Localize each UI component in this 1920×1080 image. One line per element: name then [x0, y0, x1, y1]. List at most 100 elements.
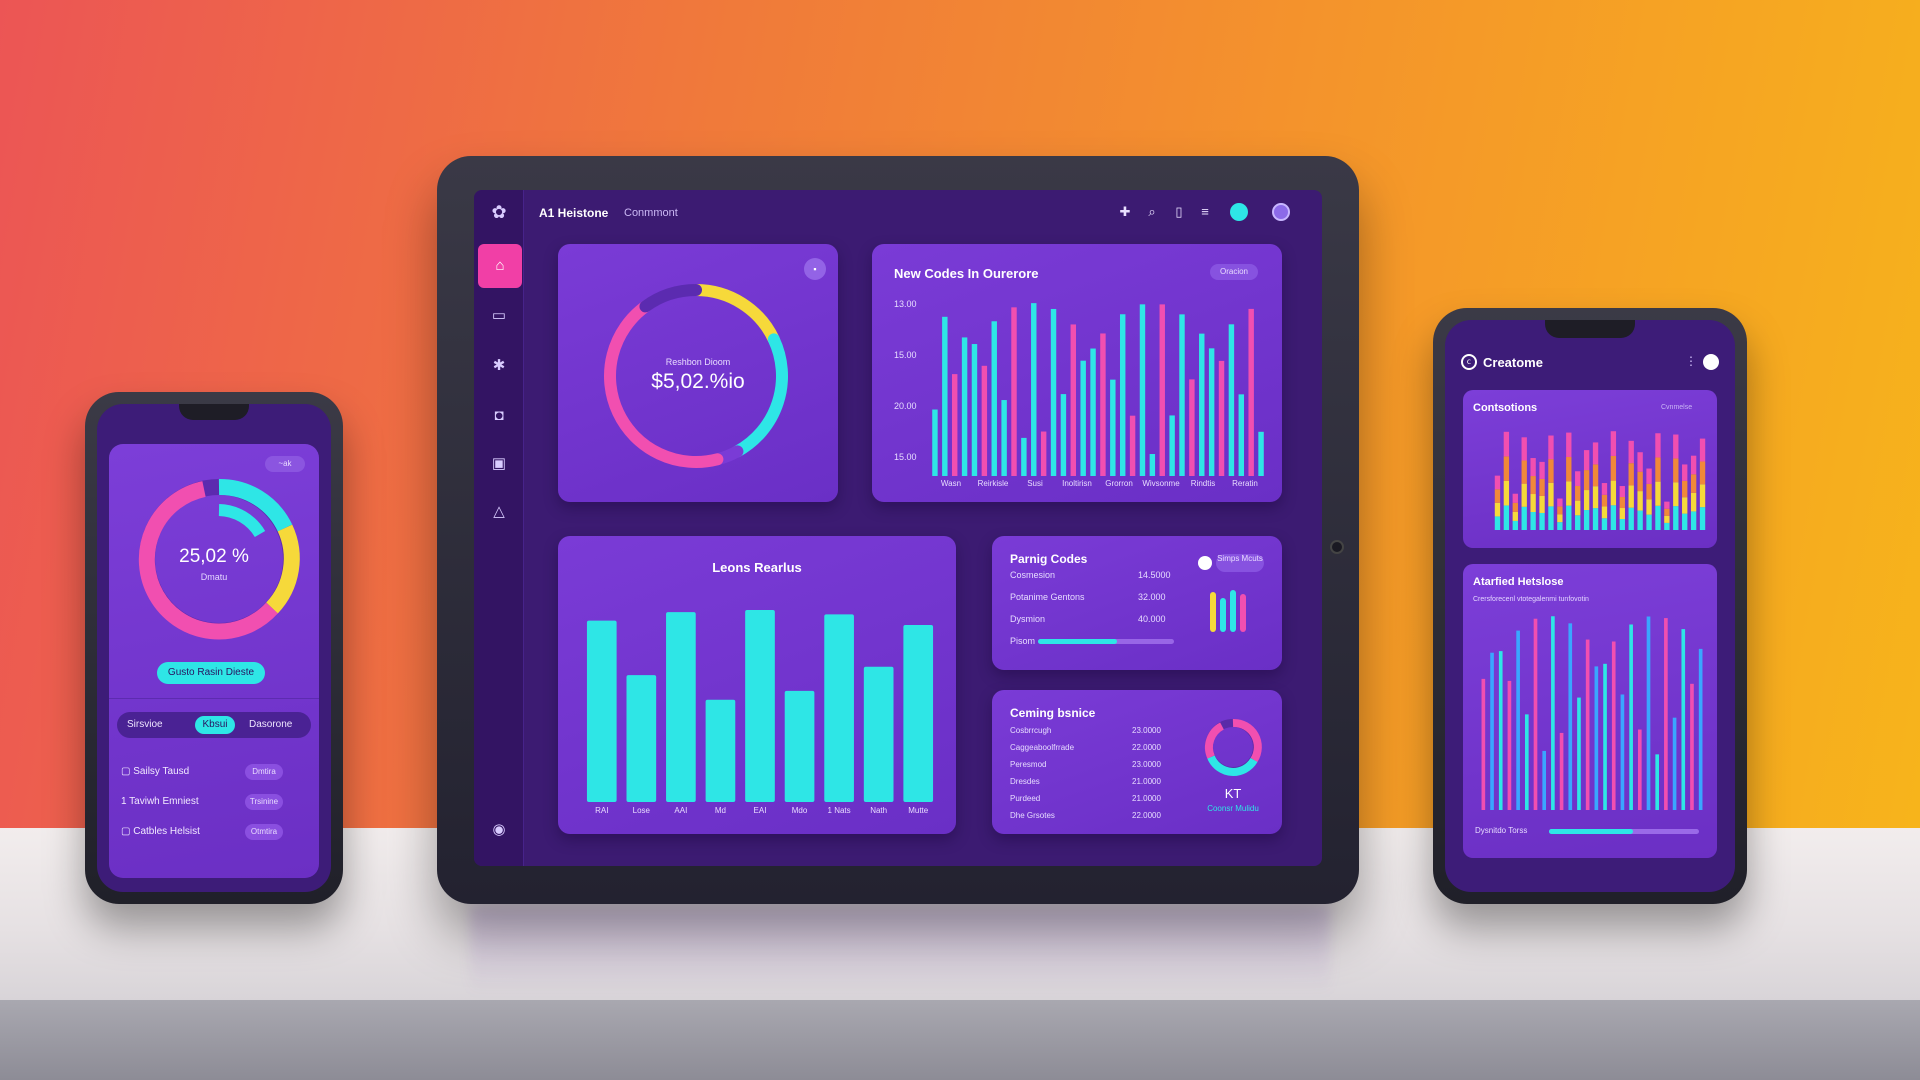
stacked-bar-segment [1673, 506, 1679, 530]
stacked-bar-segment [1646, 514, 1652, 530]
avatar[interactable] [1272, 203, 1290, 221]
stacked-bar-segment [1583, 490, 1590, 511]
chart-bar [1149, 454, 1156, 476]
toggle-label[interactable]: Simps Mcuts [1216, 554, 1264, 572]
stacked-bar-segment [1539, 495, 1545, 513]
stacked-bar-segment [1548, 506, 1554, 530]
row-label: Dresdes [1010, 777, 1040, 786]
document-icon[interactable]: ▯ [1171, 204, 1187, 220]
stacked-bar-segment [1494, 475, 1501, 490]
avatar[interactable] [1703, 354, 1719, 370]
stacked-bar-segment [1521, 506, 1527, 530]
chart-bar [1021, 437, 1027, 476]
phone-chip[interactable]: ~ak [265, 456, 305, 472]
row-value: 40.000 [1138, 614, 1166, 624]
stacked-bar-segment [1583, 450, 1590, 471]
logo-flower-icon[interactable]: ✿ [485, 198, 513, 226]
donut-segment-yellow [266, 524, 300, 614]
gear-icon[interactable]: ✱ [485, 352, 513, 380]
phone-cta-button[interactable]: Gusto Rasin Dieste [157, 662, 265, 684]
chart-bar [586, 620, 617, 802]
toggle-knob[interactable] [1198, 556, 1212, 570]
row-label: Potanime Gentons [1010, 592, 1085, 602]
app-logo-icon[interactable]: ⅽ [1461, 354, 1477, 370]
chart-bar [1629, 624, 1633, 810]
stacked-bar-segment [1548, 459, 1554, 483]
plus-icon[interactable]: ✚ [1117, 204, 1133, 220]
stacked-bar-segment [1646, 468, 1652, 484]
chart-bar [1011, 307, 1017, 476]
card-menu-icon[interactable]: ▪ [804, 258, 826, 280]
phone-app-title: Creatome [1483, 355, 1543, 370]
app-subtitle[interactable]: Conmmont [624, 207, 678, 219]
progress-label: Dysnitdo Torss [1475, 826, 1528, 835]
chat-icon[interactable]: ◘ [485, 402, 513, 430]
x-tick-label: Rindtis [1190, 479, 1216, 488]
chart-bar [1698, 648, 1703, 810]
chart-bar [1637, 729, 1642, 810]
stacked-bar-segment [1601, 494, 1608, 507]
new-codes-bar-chart [932, 303, 1264, 476]
chart-bar [745, 610, 775, 802]
stacked-bar-segment [1575, 515, 1581, 530]
card-title: Parnig Codes [1010, 552, 1088, 566]
mini-bar [1230, 590, 1236, 632]
box-icon[interactable]: ▣ [485, 450, 513, 478]
chart-bar [1119, 314, 1126, 476]
row-value: 23.0000 [1132, 760, 1161, 769]
stacked-bar-segment [1521, 460, 1527, 484]
row-label: Dhe Grsotes [1010, 811, 1055, 820]
row-value: 21.0000 [1132, 794, 1161, 803]
tab-3[interactable]: Dasorone [249, 719, 292, 730]
tab-1[interactable]: Sirsvioe [127, 719, 163, 730]
chart-bar [1672, 717, 1677, 810]
y-tick: 15.00 [894, 350, 917, 360]
card-badge[interactable]: Oracion [1210, 264, 1258, 280]
chart-bar [784, 690, 815, 802]
stacked-bar-segment [1646, 499, 1652, 515]
stacked-bar-segment [1592, 442, 1599, 465]
stacked-bar-segment [1690, 511, 1697, 530]
list-item-1[interactable]: ▢ Sailsy Tausd [121, 766, 189, 777]
stacked-bar-segment [1539, 461, 1545, 479]
right-phone: ⅽ Creatome ⋮ Contsotions Cvnmelse Atarfi… [1433, 308, 1747, 904]
chart-bar [1100, 333, 1106, 476]
list-item-badge: Trsinine [245, 794, 283, 810]
stacked-bar-segment [1601, 506, 1608, 519]
card-title: Leons Rearlus [712, 560, 802, 575]
chart-bar [1080, 360, 1086, 476]
chart-bar [1507, 680, 1512, 810]
chart-bar [1139, 304, 1146, 476]
list-item-badge: Otmtira [245, 824, 283, 840]
menu-icon[interactable]: ≡ [1197, 204, 1213, 220]
status-dot[interactable] [1230, 203, 1248, 221]
profile-icon[interactable]: ◉ [485, 816, 513, 844]
stacked-bar-segment [1673, 434, 1679, 459]
card-subtitle: Crersforecenl vtotegalenmi tunfovotin [1473, 596, 1589, 603]
stacked-bar-segment [1690, 474, 1697, 493]
x-tick-label: Md [714, 806, 726, 815]
stacked-bar-segment [1592, 508, 1599, 530]
list-item-2[interactable]: 1 Taviwh Emniest [121, 796, 199, 807]
row-label: Peresmod [1010, 760, 1047, 769]
phone-notch [1545, 320, 1635, 338]
tablet-reflection [470, 905, 1330, 995]
monitor-icon[interactable]: ▭ [485, 302, 513, 330]
stacked-bar-segment [1530, 476, 1536, 495]
chart-bar [981, 365, 988, 476]
stacked-bar-segment [1664, 508, 1670, 516]
x-tick-label: Wivsonme [1142, 479, 1180, 488]
chart-bar [971, 344, 978, 476]
donut-inner-arc [218, 504, 266, 538]
more-icon[interactable]: ⋮ [1683, 354, 1699, 370]
progress-track [1038, 639, 1174, 644]
chart-bar [1603, 663, 1607, 810]
stacked-bar-segment [1610, 480, 1617, 506]
search-icon[interactable]: ⌕ [1144, 204, 1160, 220]
stacked-bar-segment [1655, 505, 1661, 530]
list-item-3[interactable]: ▢ Catbles Helsist [121, 826, 200, 837]
row-label: Caggeaboolfrrade [1010, 743, 1075, 752]
home-icon[interactable]: ⌂ [478, 244, 522, 288]
tab-2-active[interactable]: Kbsui [195, 716, 235, 734]
bell-icon[interactable]: △ [485, 498, 513, 526]
